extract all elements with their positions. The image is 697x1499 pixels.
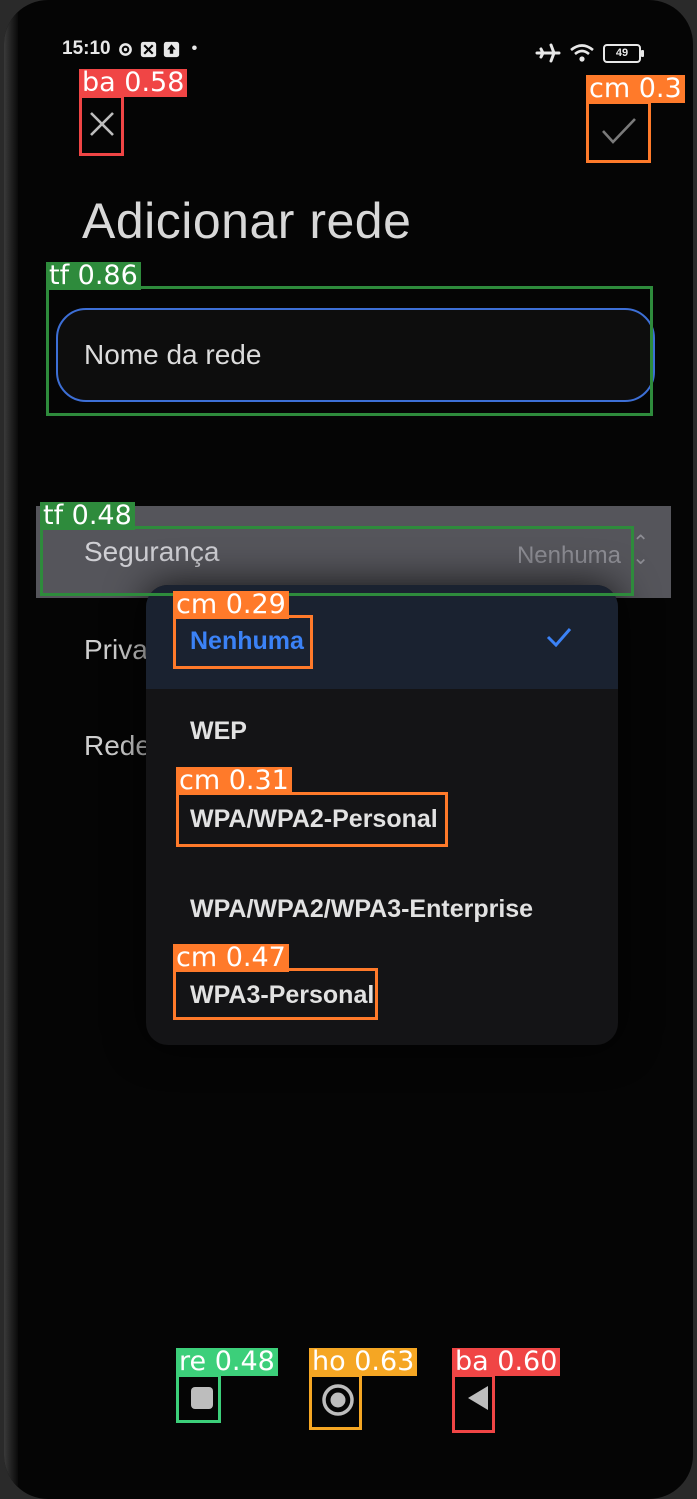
security-dropdown-menu: Nenhuma WEP WPA/WPA2-Personal WPA/WPA2/W…: [146, 585, 618, 1045]
status-right: 49: [535, 42, 644, 64]
detection-label: tf 0.48: [40, 502, 135, 530]
wifi-icon: [570, 44, 594, 62]
up-down-chevron-icon: ⌃ ⌄: [632, 532, 649, 569]
home-circle-icon: [322, 1384, 354, 1416]
option-label: WPA/WPA2/WPA3-Enterprise: [190, 895, 534, 923]
option-label: WPA3-Personal: [190, 981, 375, 1009]
recents-square-icon: [191, 1387, 213, 1409]
back-triangle-icon: [468, 1386, 488, 1410]
security-value: Nenhuma: [516, 542, 621, 569]
detection-label: ba 0.58: [79, 69, 188, 97]
detection-label: re 0.48: [176, 1348, 278, 1376]
battery-icon: 49: [603, 43, 644, 63]
home-button[interactable]: [318, 1380, 358, 1425]
status-bar: 15:10 •: [62, 38, 197, 60]
airplane-mode-icon: [535, 43, 561, 63]
option-label: WEP: [190, 717, 247, 745]
option-label: Nenhuma: [190, 627, 304, 655]
dot-icon: •: [191, 40, 198, 57]
network-name-input[interactable]: [58, 310, 653, 400]
close-button[interactable]: [80, 96, 124, 152]
status-time: 15:10: [62, 38, 111, 59]
upload-notification-icon: [163, 41, 179, 57]
checkmark-icon: [602, 118, 636, 144]
network-row-label: Rede: [84, 730, 151, 761]
settings-gear-icon: [118, 42, 132, 56]
page-title: Adicionar rede: [82, 193, 412, 249]
selected-check-icon: [546, 628, 572, 647]
privacy-row-label: Priva: [84, 634, 148, 665]
back-button[interactable]: [460, 1380, 496, 1421]
detection-label: cm 0.3: [586, 75, 685, 103]
close-icon: [90, 112, 114, 136]
option-label: WPA/WPA2-Personal: [190, 805, 438, 833]
network-name-field[interactable]: [56, 308, 655, 402]
detection-label: cm 0.47: [173, 944, 289, 972]
confirm-button[interactable]: [588, 100, 650, 162]
detection-label: ba 0.60: [452, 1348, 561, 1376]
phone-screen: 15:10 • 49 Adicionar rede Segurança Nenh…: [4, 0, 693, 1499]
notification-app-icon: [140, 41, 156, 57]
security-label: Segurança: [84, 536, 220, 567]
detection-label: cm 0.31: [176, 767, 292, 795]
detection-label: ho 0.63: [309, 1348, 418, 1376]
recents-button[interactable]: [184, 1380, 220, 1421]
detection-label: cm 0.29: [173, 591, 289, 619]
detection-label: tf 0.86: [46, 262, 141, 290]
